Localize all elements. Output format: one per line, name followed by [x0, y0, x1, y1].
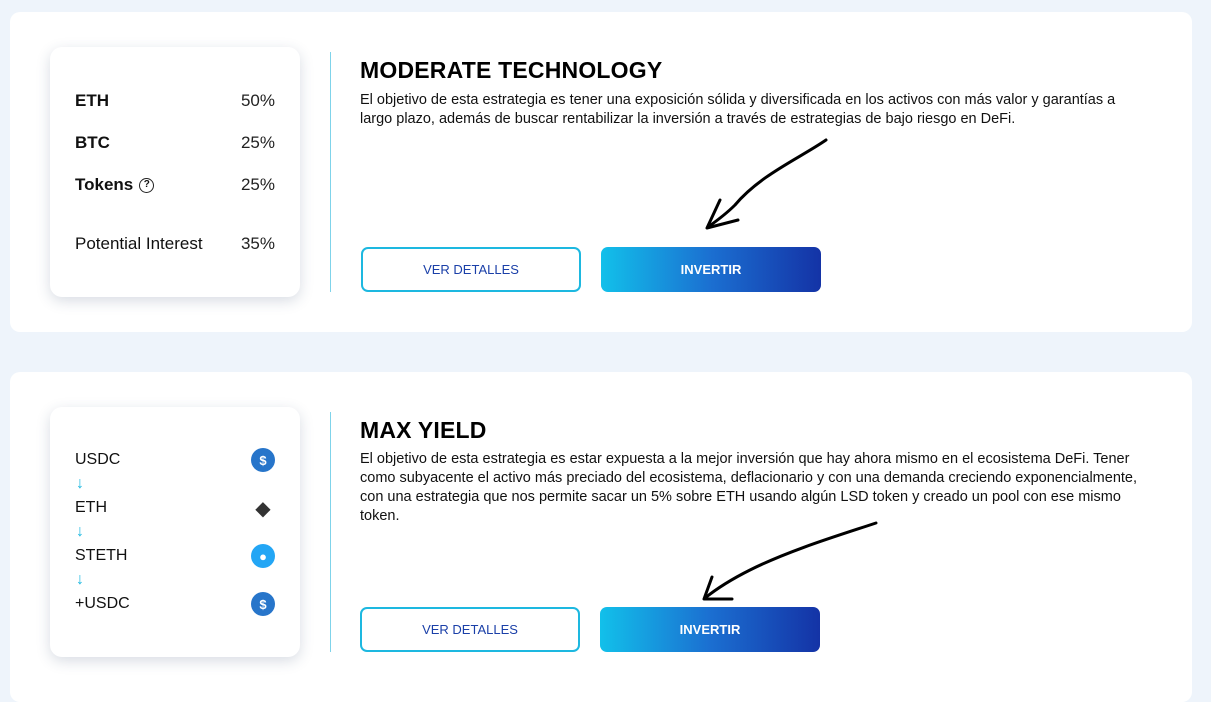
- strategy-title: MODERATE TECHNOLOGY: [360, 57, 663, 83]
- help-circle-icon[interactable]: ?: [139, 177, 155, 193]
- allocation-row-btc: BTC 25%: [75, 133, 275, 153]
- allocation-value: 35%: [240, 234, 275, 253]
- strategy-card-moderate-technology: ETH 50% BTC 25% Tokens ? 25% Potential I…: [10, 12, 1192, 332]
- invest-button[interactable]: INVERTIR: [600, 607, 820, 652]
- vertical-divider: [330, 412, 331, 652]
- allocation-label: Potential Interest: [75, 234, 203, 253]
- allocation-value: 25%: [240, 133, 275, 152]
- flow-label: +USDC: [75, 595, 130, 612]
- view-details-button[interactable]: VER DETALLES: [361, 247, 581, 292]
- allocation-row-eth: ETH 50%: [75, 91, 275, 111]
- allocation-label: BTC: [75, 133, 110, 152]
- flow-panel: USDC $ ↓ ETH ◆ ↓ STETH ● ↓ +USDC $: [50, 407, 300, 657]
- flow-step-usdc-plus: +USDC $: [75, 592, 275, 616]
- allocation-label: ETH: [75, 91, 109, 110]
- flow-step-eth: ETH ◆: [75, 496, 275, 520]
- flow-step-usdc: USDC $: [75, 448, 275, 472]
- down-arrow-icon: ↓: [76, 523, 84, 540]
- flow-label: USDC: [75, 451, 121, 468]
- allocation-value: 50%: [240, 91, 275, 110]
- down-arrow-icon: ↓: [76, 571, 84, 588]
- invest-button[interactable]: INVERTIR: [601, 247, 821, 292]
- steth-icon: ●: [251, 544, 275, 568]
- allocation-row-tokens: Tokens ? 25%: [75, 175, 275, 195]
- eth-icon: ◆: [255, 497, 271, 520]
- usdc-icon: $: [251, 448, 275, 472]
- strategy-title: MAX YIELD: [360, 417, 487, 443]
- allocation-value: 25%: [240, 175, 275, 194]
- flow-label: STETH: [75, 547, 128, 564]
- flow-label: ETH: [75, 499, 107, 516]
- down-arrow-icon: ↓: [76, 475, 84, 492]
- strategy-description: El objetivo de esta estrategia es estar …: [360, 451, 1138, 524]
- allocation-label: Tokens: [75, 175, 134, 194]
- strategy-card-max-yield: USDC $ ↓ ETH ◆ ↓ STETH ● ↓ +USDC $ MAX Y…: [10, 372, 1192, 702]
- strategy-description: El objetivo de esta estrategia es tener …: [360, 92, 1116, 127]
- flow-step-steth: STETH ●: [75, 544, 275, 568]
- usdc-icon: $: [251, 592, 275, 616]
- allocation-panel: ETH 50% BTC 25% Tokens ? 25% Potential I…: [50, 47, 300, 297]
- view-details-button[interactable]: VER DETALLES: [360, 607, 580, 652]
- vertical-divider: [330, 52, 331, 292]
- allocation-row-potential-interest: Potential Interest 35%: [75, 234, 275, 254]
